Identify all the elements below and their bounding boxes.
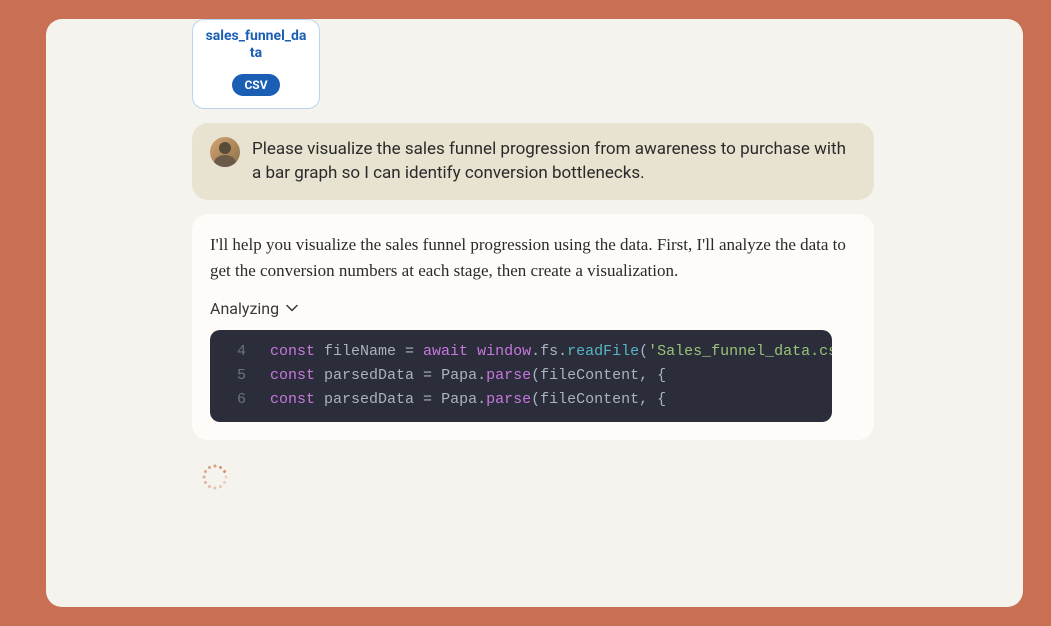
chevron-down-icon (285, 301, 299, 315)
content-area: sales_funnel_data CSV Please visualize t… (46, 19, 1023, 490)
analyzing-label: Analyzing (210, 299, 279, 318)
line-number: 6 (226, 388, 246, 412)
assistant-message-text: I'll help you visualize the sales funnel… (210, 232, 856, 285)
analyzing-toggle[interactable]: Analyzing (210, 299, 856, 318)
code-block: 4 const fileName = await window.fs.readFi… (210, 330, 832, 422)
assistant-message: I'll help you visualize the sales funnel… (192, 214, 874, 440)
line-number: 4 (226, 340, 246, 364)
line-number: 5 (226, 364, 246, 388)
code-line: 6 const parsedData = Papa.parse(fileConte… (210, 388, 832, 412)
code-line: 4 const fileName = await window.fs.readFi… (210, 340, 832, 364)
loading-spinner-icon (202, 464, 228, 490)
code-line: 5 const parsedData = Papa.parse(fileConte… (210, 364, 832, 388)
code-content: const fileName = await window.fs.readFil… (270, 340, 832, 364)
code-content: const parsedData = Papa.parse(fileConten… (270, 364, 666, 388)
user-avatar (210, 137, 240, 167)
user-message-text: Please visualize the sales funnel progre… (252, 137, 856, 186)
user-message: Please visualize the sales funnel progre… (192, 123, 874, 200)
main-panel: sales_funnel_data CSV Please visualize t… (46, 19, 1023, 607)
file-attachment[interactable]: sales_funnel_data CSV (192, 19, 320, 109)
file-name: sales_funnel_data (205, 28, 307, 62)
code-content: const parsedData = Papa.parse(fileConten… (270, 388, 666, 412)
file-type-badge: CSV (232, 74, 279, 96)
